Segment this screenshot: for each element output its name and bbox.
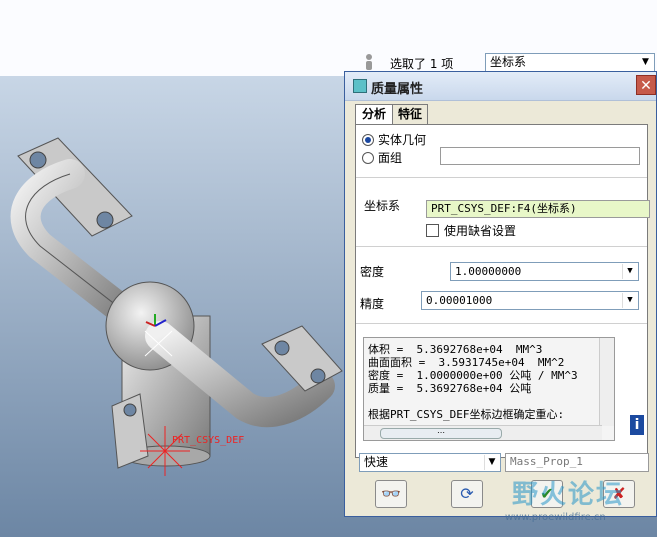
top-toolbar-strip: 选取了 1 项 坐标系 ▼ — [0, 0, 657, 77]
preview-button[interactable]: 👓 — [375, 480, 407, 508]
scroll-thumb[interactable]: ⋯ — [380, 428, 502, 439]
selection-person-icon — [366, 54, 372, 70]
close-button[interactable]: ✕ — [636, 75, 656, 95]
calculation-mode-value: 快速 — [364, 455, 389, 469]
result-line: 质量 = 5.3692768e+04 公吨 — [368, 382, 532, 395]
accuracy-label: 精度 — [360, 297, 385, 311]
chevron-down-icon[interactable]: ▼ — [484, 455, 499, 470]
watermark-url: www.proewildfire.cn — [505, 512, 606, 523]
accuracy-input[interactable]: 0.00001000 ▼ — [421, 291, 639, 310]
divider — [356, 246, 647, 247]
dialog-app-icon — [353, 79, 367, 93]
divider — [356, 323, 647, 324]
use-default-label: 使用缺省设置 — [444, 224, 517, 238]
dialog-titlebar[interactable]: 质量属性 ✕ — [345, 72, 656, 101]
density-value: 1.00000000 — [455, 265, 522, 278]
results-vertical-scrollbar[interactable] — [599, 338, 614, 426]
selection-filter-value: 坐标系 — [490, 55, 527, 69]
csys-label: PRT_CSYS_DEF — [172, 435, 245, 446]
solid-geometry-label: 实体几何 — [378, 133, 427, 147]
tab-feature[interactable]: 特征 — [392, 104, 428, 124]
csys-field-label: 坐标系 — [364, 199, 401, 213]
result-line: 根据PRT_CSYS_DEF坐标边框确定重心: — [368, 408, 565, 421]
chevron-down-icon[interactable]: ▼ — [622, 264, 637, 279]
divider — [356, 177, 647, 178]
quilt-radio[interactable] — [362, 152, 374, 164]
mass-properties-dialog: 质量属性 ✕ 分析 特征 实体几何 面组 坐标系 PRT_CSYS_DEF:F4… — [344, 71, 657, 517]
calculation-mode-dropdown[interactable]: 快速 ▼ — [359, 453, 501, 472]
results-box[interactable]: 体积 = 5.3692768e+04 MM^3 曲面面积 = 3.5931745… — [363, 337, 615, 441]
quilt-field[interactable] — [440, 147, 640, 165]
feature-name-field[interactable]: Mass_Prop_1 — [505, 453, 649, 472]
solid-geometry-radio[interactable] — [362, 134, 374, 146]
accuracy-value: 0.00001000 — [426, 294, 493, 307]
chevron-down-icon[interactable]: ▼ — [638, 55, 653, 70]
dialog-title: 质量属性 — [371, 82, 424, 97]
use-default-checkbox[interactable] — [426, 224, 439, 237]
density-input[interactable]: 1.00000000 ▼ — [450, 262, 639, 281]
csys-field[interactable]: PRT_CSYS_DEF:F4(坐标系) — [426, 200, 650, 218]
selection-filter-dropdown[interactable]: 坐标系 ▼ — [485, 53, 655, 72]
repeat-button[interactable]: ⟳ — [451, 480, 483, 508]
quilt-label: 面组 — [378, 151, 403, 165]
density-label: 密度 — [360, 265, 385, 279]
info-icon[interactable]: i — [630, 415, 644, 435]
tab-analysis[interactable]: 分析 — [355, 104, 393, 125]
watermark-title: 野火论坛 — [512, 480, 625, 510]
chevron-down-icon[interactable]: ▼ — [622, 293, 637, 308]
results-horizontal-scrollbar[interactable]: ⋯ — [364, 425, 602, 440]
selection-status: 选取了 1 项 — [390, 57, 454, 71]
